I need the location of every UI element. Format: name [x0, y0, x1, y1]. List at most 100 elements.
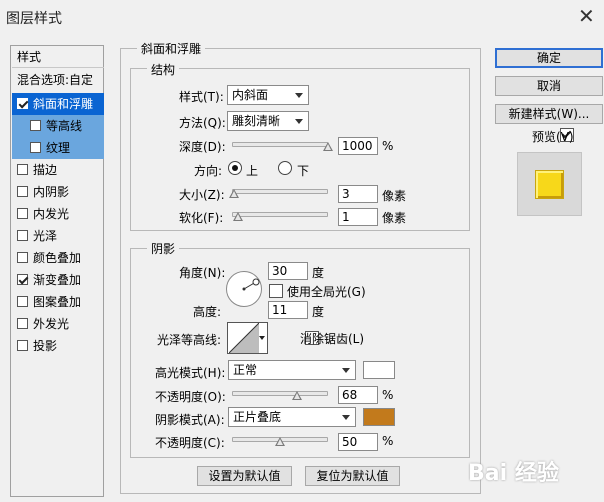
- size-slider-thumb[interactable]: [228, 189, 239, 198]
- shadow-opacity-input[interactable]: 50: [338, 433, 378, 451]
- soften-label: 软化(F):: [179, 211, 224, 225]
- checkbox-icon[interactable]: [17, 252, 28, 263]
- checkbox-icon[interactable]: [17, 296, 28, 307]
- size-input[interactable]: 3: [338, 185, 378, 203]
- shading-title: 阴影: [147, 240, 180, 257]
- depth-label: 深度(D):: [179, 140, 226, 154]
- style-preview: [517, 152, 582, 216]
- style-item-label: 等高线: [46, 119, 83, 133]
- angle-label: 角度(N):: [179, 266, 226, 280]
- shadow-opacity-label: 不透明度(C):: [155, 436, 225, 450]
- style-item-label: 渐变叠加: [33, 273, 82, 287]
- checkbox-icon[interactable]: [17, 164, 28, 175]
- gloss-contour-picker[interactable]: [227, 322, 268, 354]
- style-item-label: 内阴影: [33, 185, 70, 199]
- checkbox-icon[interactable]: [17, 186, 28, 197]
- highlight-opacity-unit: %: [382, 388, 394, 402]
- checkbox-icon[interactable]: [17, 274, 28, 285]
- style-item-outer-glow[interactable]: 外发光: [12, 313, 104, 335]
- checkbox-icon[interactable]: [17, 230, 28, 241]
- soften-slider-thumb[interactable]: [232, 212, 243, 221]
- checkbox-icon[interactable]: [30, 142, 41, 153]
- soften-input[interactable]: 1: [338, 208, 378, 226]
- watermark-text: Bai 经验: [468, 461, 559, 486]
- style-item-color-overlay[interactable]: 颜色叠加: [12, 247, 104, 269]
- highlight-color-swatch[interactable]: [363, 361, 395, 379]
- ok-button[interactable]: 确定: [495, 48, 603, 68]
- style-item-label: 颜色叠加: [33, 251, 82, 265]
- global-light-label: 使用全局光(G): [287, 285, 366, 299]
- checkbox-icon[interactable]: [17, 98, 28, 109]
- technique-label: 方法(Q):: [179, 116, 226, 130]
- blend-options-item[interactable]: 混合选项:自定: [12, 69, 104, 91]
- highlight-opacity-label: 不透明度(O):: [155, 390, 226, 404]
- style-item-label: 描边: [33, 163, 58, 177]
- preview-swatch: [535, 170, 564, 199]
- size-slider[interactable]: [232, 189, 328, 194]
- technique-value: 雕刻清晰: [232, 114, 281, 128]
- direction-up-label: 上: [246, 164, 259, 178]
- soften-unit: 像素: [382, 211, 407, 225]
- shadow-opacity-thumb[interactable]: [275, 437, 285, 446]
- preview-label: 预览(V): [532, 130, 574, 144]
- style-item-satin[interactable]: 光泽: [12, 225, 104, 247]
- highlight-mode-label: 高光模式(H):: [155, 366, 226, 380]
- soften-slider[interactable]: [232, 212, 328, 217]
- direction-down-radio[interactable]: [278, 161, 292, 175]
- contour-icon: [229, 323, 259, 353]
- shadow-mode-select[interactable]: 正片叠底: [228, 407, 356, 427]
- cancel-button[interactable]: 取消: [495, 76, 603, 96]
- altitude-unit: 度: [312, 305, 325, 319]
- direction-label: 方向:: [194, 164, 223, 178]
- bevel-style-value: 内斜面: [232, 88, 269, 102]
- highlight-mode-select[interactable]: 正常: [228, 360, 356, 380]
- gloss-contour-label: 光泽等高线:: [157, 333, 222, 347]
- antialias-label: 消除锯齿(L): [300, 332, 365, 346]
- style-item-drop-shadow[interactable]: 投影: [12, 335, 104, 357]
- style-item-gradient-overlay[interactable]: 渐变叠加: [12, 269, 104, 291]
- structure-title: 结构: [147, 61, 180, 78]
- styles-list: 样式 混合选项:自定 斜面和浮雕 等高线 纹理 描边 内阴影 内发光 光泽 颜色…: [10, 45, 104, 497]
- style-item-pattern-overlay[interactable]: 图案叠加: [12, 291, 104, 313]
- depth-slider-thumb[interactable]: [323, 142, 333, 151]
- style-item-label: 投影: [33, 339, 58, 353]
- style-item-label: 光泽: [33, 229, 58, 243]
- depth-input[interactable]: 1000: [338, 137, 378, 155]
- checkbox-icon[interactable]: [30, 120, 41, 131]
- styles-header: 样式: [12, 46, 104, 68]
- style-item-contour[interactable]: 等高线: [12, 115, 104, 137]
- style-item-stroke[interactable]: 描边: [12, 159, 104, 181]
- highlight-opacity-thumb[interactable]: [292, 391, 303, 400]
- altitude-input[interactable]: 11: [268, 301, 308, 319]
- checkbox-icon[interactable]: [17, 340, 28, 351]
- global-light-checkbox[interactable]: [269, 284, 283, 298]
- direction-down-label: 下: [297, 164, 310, 178]
- style-item-inner-shadow[interactable]: 内阴影: [12, 181, 104, 203]
- checkbox-icon[interactable]: [17, 208, 28, 219]
- chevron-down-icon: [295, 93, 303, 98]
- style-item-label: 内发光: [33, 207, 70, 221]
- style-item-inner-glow[interactable]: 内发光: [12, 203, 104, 225]
- technique-select[interactable]: 雕刻清晰: [227, 111, 309, 131]
- style-label: 样式(T):: [179, 90, 224, 104]
- highlight-opacity-slider[interactable]: [232, 391, 328, 396]
- reset-default-button[interactable]: 复位为默认值: [305, 466, 400, 486]
- style-item-label: 图案叠加: [33, 295, 82, 309]
- style-item-bevel[interactable]: 斜面和浮雕: [12, 93, 104, 115]
- shadow-color-swatch[interactable]: [363, 408, 395, 426]
- angle-dial[interactable]: [226, 271, 262, 307]
- angle-input[interactable]: 30: [268, 262, 308, 280]
- bevel-style-select[interactable]: 内斜面: [227, 85, 309, 105]
- direction-up-radio[interactable]: [228, 161, 242, 175]
- highlight-opacity-input[interactable]: 68: [338, 386, 378, 404]
- close-icon[interactable]: ✕: [578, 4, 595, 28]
- style-item-texture[interactable]: 纹理: [12, 137, 104, 159]
- style-item-label: 纹理: [46, 141, 71, 155]
- size-unit: 像素: [382, 189, 407, 203]
- new-style-button[interactable]: 新建样式(W)...: [495, 104, 603, 124]
- set-default-button[interactable]: 设置为默认值: [197, 466, 292, 486]
- depth-slider[interactable]: [232, 142, 328, 147]
- angle-needle-icon: [242, 278, 260, 291]
- checkbox-icon[interactable]: [17, 318, 28, 329]
- style-item-label: 外发光: [33, 317, 70, 331]
